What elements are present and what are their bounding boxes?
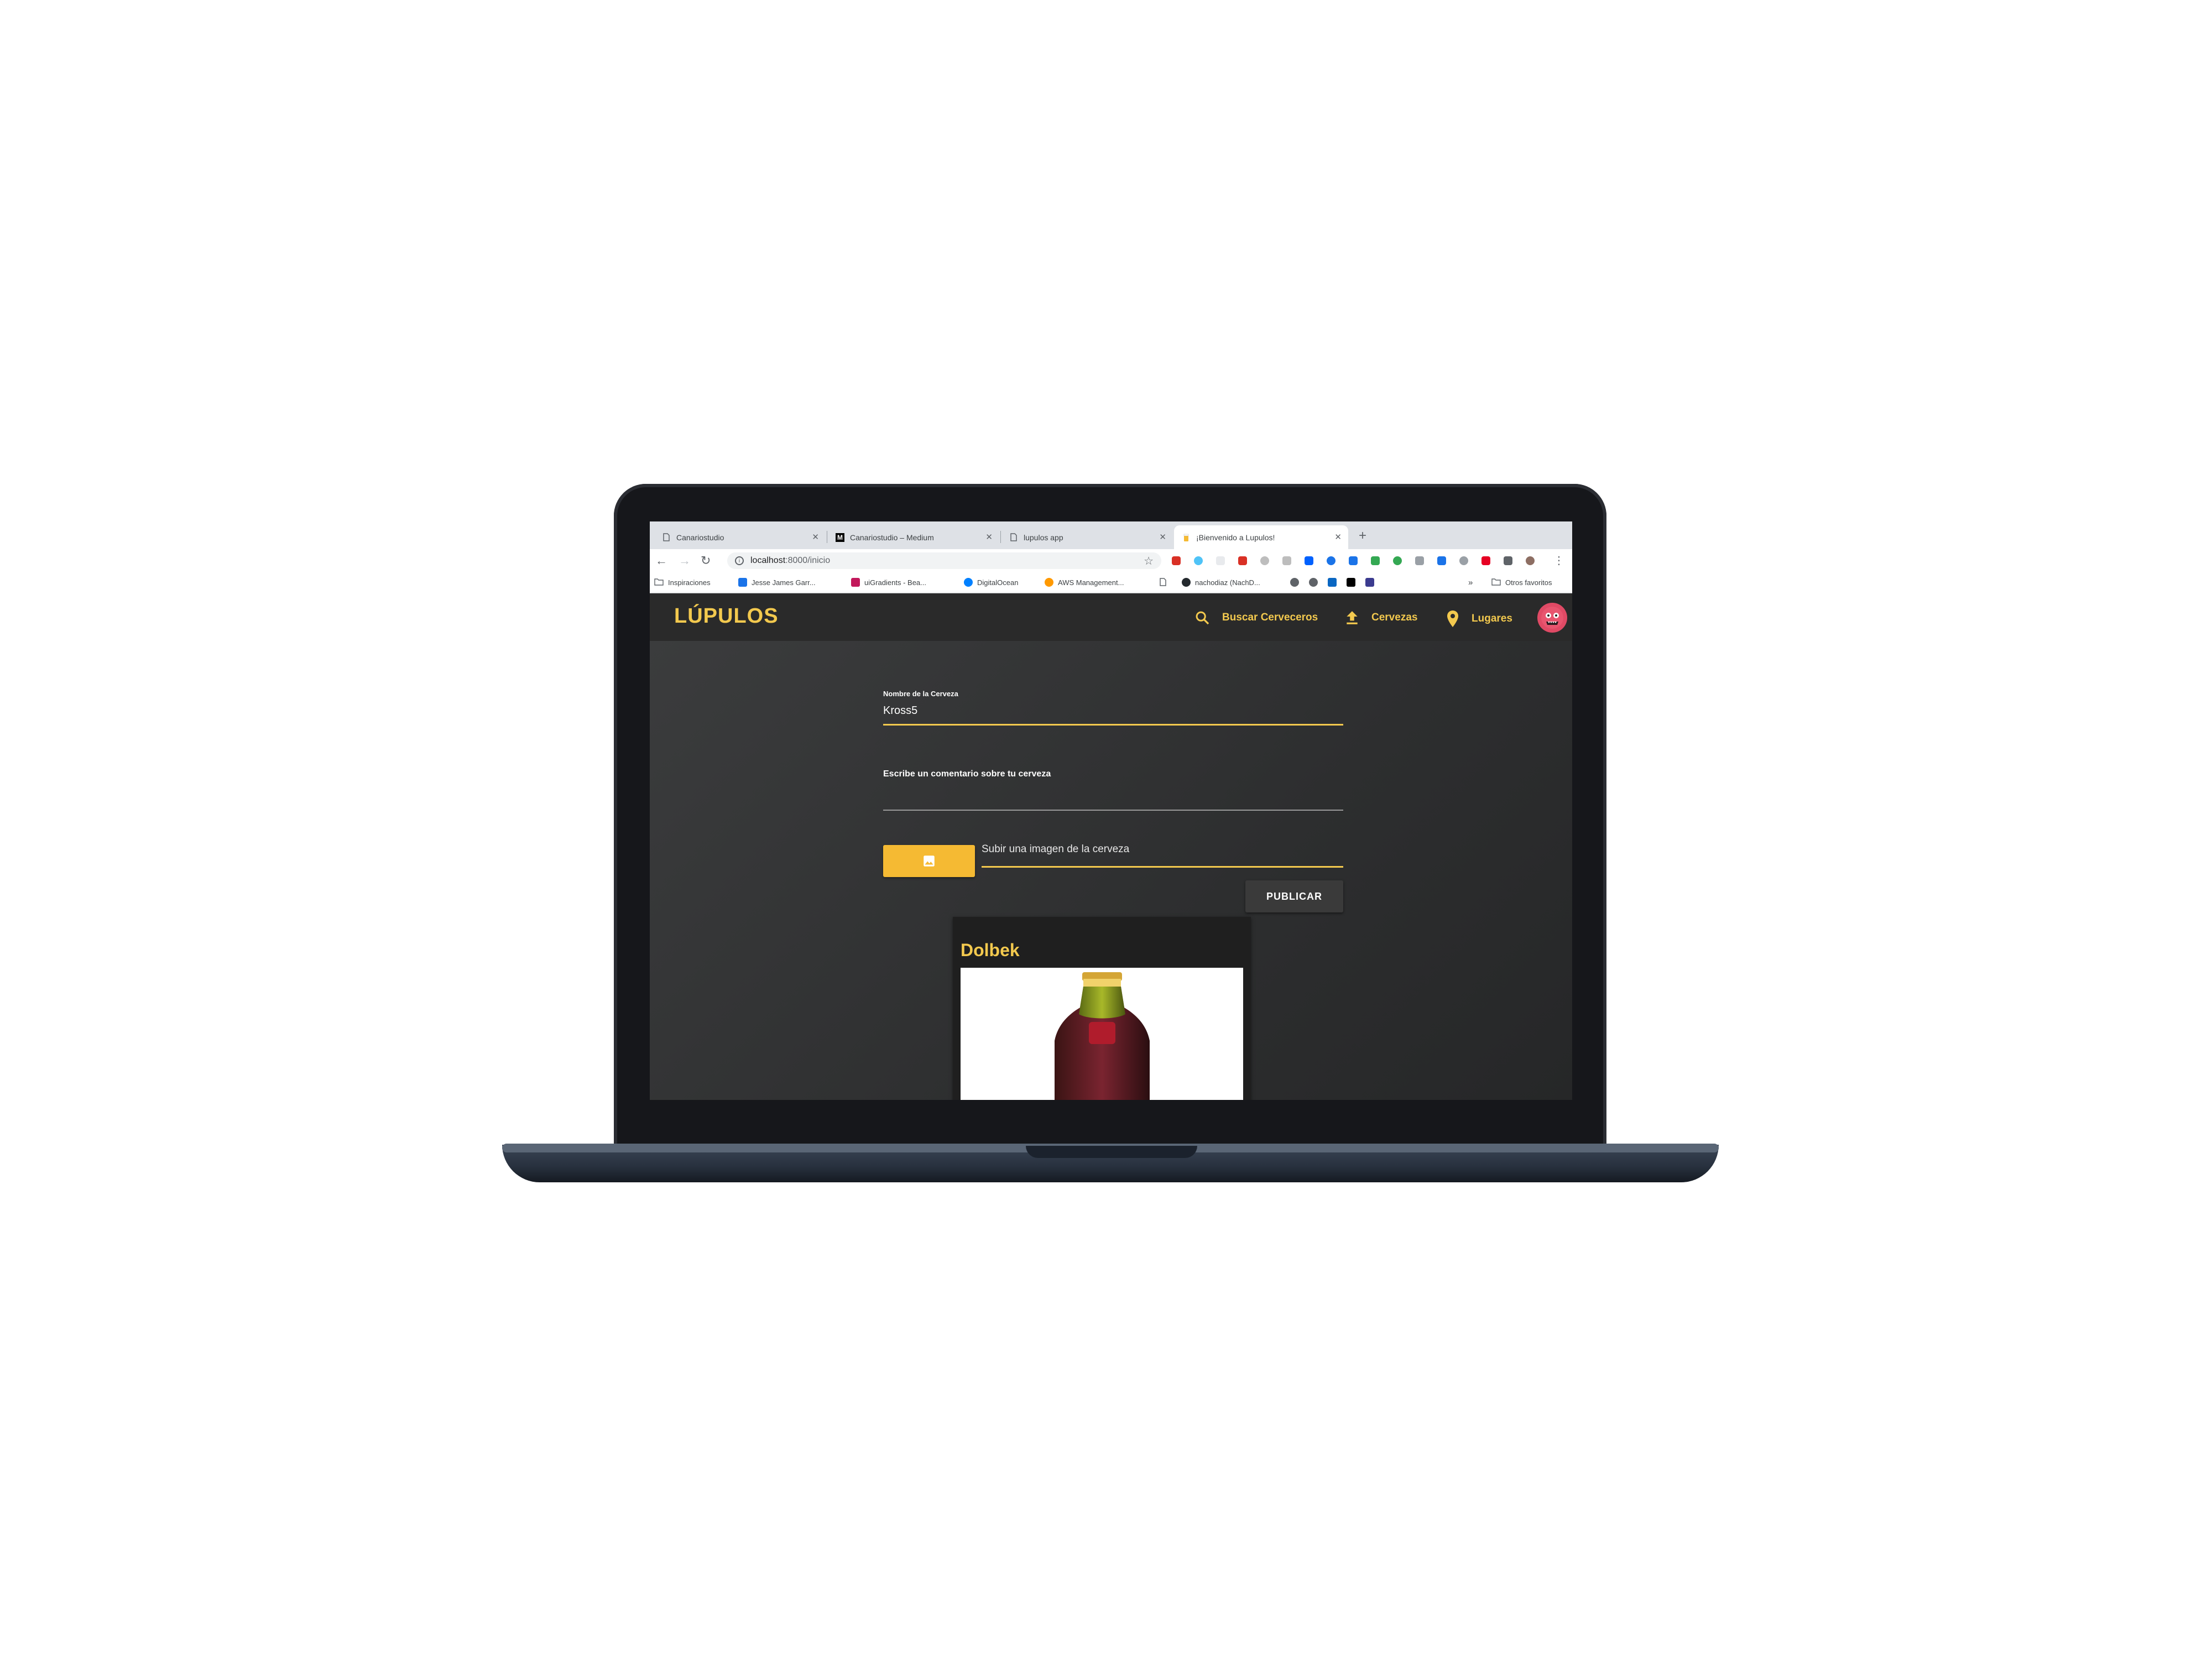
- extension-icon[interactable]: [1437, 556, 1446, 565]
- upload-field-underline: [982, 866, 1343, 868]
- image-icon: [924, 855, 935, 867]
- site-icon: [1045, 578, 1053, 587]
- info-icon[interactable]: i: [735, 556, 744, 565]
- screen: Canariostudio ✕ M Canariostudio – Medium…: [650, 521, 1572, 1100]
- bookmark-extra-icon[interactable]: [1365, 578, 1379, 587]
- search-icon: [1196, 611, 1209, 625]
- bookmark-extra-icon[interactable]: [1290, 578, 1303, 587]
- extension-icon[interactable]: [1327, 556, 1335, 565]
- close-icon[interactable]: ✕: [985, 532, 993, 542]
- other-bookmarks[interactable]: Otros favoritos: [1491, 578, 1552, 587]
- bookmark-item[interactable]: nachodiaz (NachD...: [1182, 578, 1260, 587]
- medium-icon[interactable]: [1347, 578, 1360, 587]
- site-icon: [738, 578, 747, 587]
- tab-title: ¡Bienvenido a Lupulos!: [1196, 533, 1275, 542]
- extension-icon[interactable]: [1415, 556, 1424, 565]
- bookmarks-bar: Inspiraciones Jesse James Garr... uiGrad…: [650, 572, 1572, 593]
- extension-icon[interactable]: [1526, 556, 1535, 565]
- site-icon: [851, 578, 860, 587]
- beer-post-title: Dolbek: [961, 940, 1020, 960]
- address-bar[interactable]: i localhost:8000/inicio ☆: [727, 552, 1161, 569]
- extension-icon[interactable]: [1393, 556, 1402, 565]
- reload-icon[interactable]: ↻: [701, 554, 711, 568]
- menu-kebab-icon[interactable]: ⋮: [1553, 554, 1564, 567]
- beer-post-card[interactable]: Dolbek: [953, 917, 1251, 1100]
- nav-search-brewers[interactable]: Buscar Cerveceros: [1194, 610, 1318, 625]
- bookmark-item[interactable]: DigitalOcean: [964, 578, 1018, 587]
- tab-title: lupulos app: [1024, 533, 1063, 542]
- browser-tab[interactable]: Canariostudio ✕: [654, 525, 826, 549]
- github-icon: [1182, 578, 1191, 587]
- nav-beers[interactable]: Cervezas: [1345, 610, 1417, 625]
- location-pin-icon: [1447, 611, 1458, 627]
- folder-icon: [1491, 578, 1501, 587]
- bookmark-item[interactable]: Jesse James Garr...: [738, 578, 816, 587]
- upload-icon: [1347, 611, 1358, 624]
- browser-tab[interactable]: M Canariostudio – Medium ✕: [828, 525, 999, 549]
- extension-icon[interactable]: [1371, 556, 1380, 565]
- extension-icon[interactable]: [1216, 556, 1225, 565]
- tab-divider: [1000, 531, 1001, 543]
- folder-icon: [654, 578, 664, 587]
- user-avatar[interactable]: [1537, 603, 1567, 633]
- site-icon: [964, 578, 973, 587]
- close-icon[interactable]: ✕: [1159, 532, 1166, 542]
- medium-icon: M: [836, 533, 844, 542]
- close-icon[interactable]: ✕: [812, 532, 819, 542]
- bookmark-item[interactable]: [1160, 578, 1166, 588]
- upload-image-field[interactable]: Subir una imagen de la cerveza: [982, 843, 1129, 855]
- nav-places[interactable]: Lugares: [1446, 610, 1512, 628]
- beer-name-underline: [883, 724, 1343, 726]
- main-content: Nombre de la Cerveza Kross5 Escribe un c…: [650, 641, 1572, 1100]
- bookmark-item[interactable]: AWS Management...: [1045, 578, 1124, 587]
- extension-icon[interactable]: [1194, 556, 1203, 565]
- browser-tab-active[interactable]: ¡Bienvenido a Lupulos! ✕: [1174, 525, 1348, 549]
- extension-icon[interactable]: [1481, 556, 1490, 565]
- new-tab-button[interactable]: +: [1359, 528, 1366, 544]
- bookmark-star-icon[interactable]: ☆: [1144, 554, 1154, 568]
- bookmark-extra-icon[interactable]: [1309, 578, 1322, 587]
- beer-icon: [1182, 533, 1191, 542]
- browser-tabstrip: Canariostudio ✕ M Canariostudio – Medium…: [650, 521, 1572, 549]
- page-icon: [1160, 578, 1166, 588]
- beer-bottle-image: [1055, 972, 1150, 1100]
- bookmark-item[interactable]: uiGradients - Bea...: [851, 578, 926, 587]
- beer-post-image: [961, 968, 1243, 1100]
- tab-title: Canariostudio: [676, 533, 724, 542]
- close-icon[interactable]: ✕: [1334, 532, 1342, 542]
- extension-icon[interactable]: [1459, 556, 1468, 565]
- upload-image-button[interactable]: [883, 845, 975, 877]
- browser-tab[interactable]: lupulos app ✕: [1001, 525, 1173, 549]
- url-text: localhost:8000/inicio: [750, 556, 831, 565]
- extension-icon[interactable]: [1238, 556, 1247, 565]
- comment-input[interactable]: Escribe un comentario sobre tu cerveza: [883, 769, 1051, 779]
- extension-icon[interactable]: [1305, 556, 1313, 565]
- comment-underline: [883, 810, 1343, 811]
- beer-name-label: Nombre de la Cerveza: [883, 690, 958, 698]
- extension-icon[interactable]: [1349, 556, 1358, 565]
- publish-button[interactable]: PUBLICAR: [1245, 880, 1343, 912]
- app-header: LÚPULOS Buscar Cerveceros Cervezas Lugar…: [650, 593, 1572, 641]
- extension-icon[interactable]: [1504, 556, 1512, 565]
- page-icon: [1009, 533, 1018, 542]
- laptop-notch: [1026, 1146, 1197, 1158]
- avatar-icon: [1541, 607, 1563, 629]
- linkedin-icon[interactable]: [1328, 578, 1341, 587]
- bookmark-item[interactable]: Inspiraciones: [654, 578, 711, 587]
- app-logo[interactable]: LÚPULOS: [674, 604, 779, 628]
- tab-title: Canariostudio – Medium: [850, 533, 934, 542]
- extension-icon[interactable]: [1172, 556, 1181, 565]
- browser-toolbar: ← → ↻ i localhost:8000/inicio ☆ ⋮: [650, 549, 1572, 572]
- page-icon: [662, 533, 671, 542]
- extension-icon[interactable]: [1282, 556, 1291, 565]
- forward-icon[interactable]: →: [679, 554, 691, 568]
- back-icon[interactable]: ←: [655, 554, 667, 568]
- beer-name-input[interactable]: Kross5: [883, 705, 917, 717]
- extension-icon[interactable]: [1260, 556, 1269, 565]
- bookmarks-overflow-icon[interactable]: »: [1468, 578, 1473, 587]
